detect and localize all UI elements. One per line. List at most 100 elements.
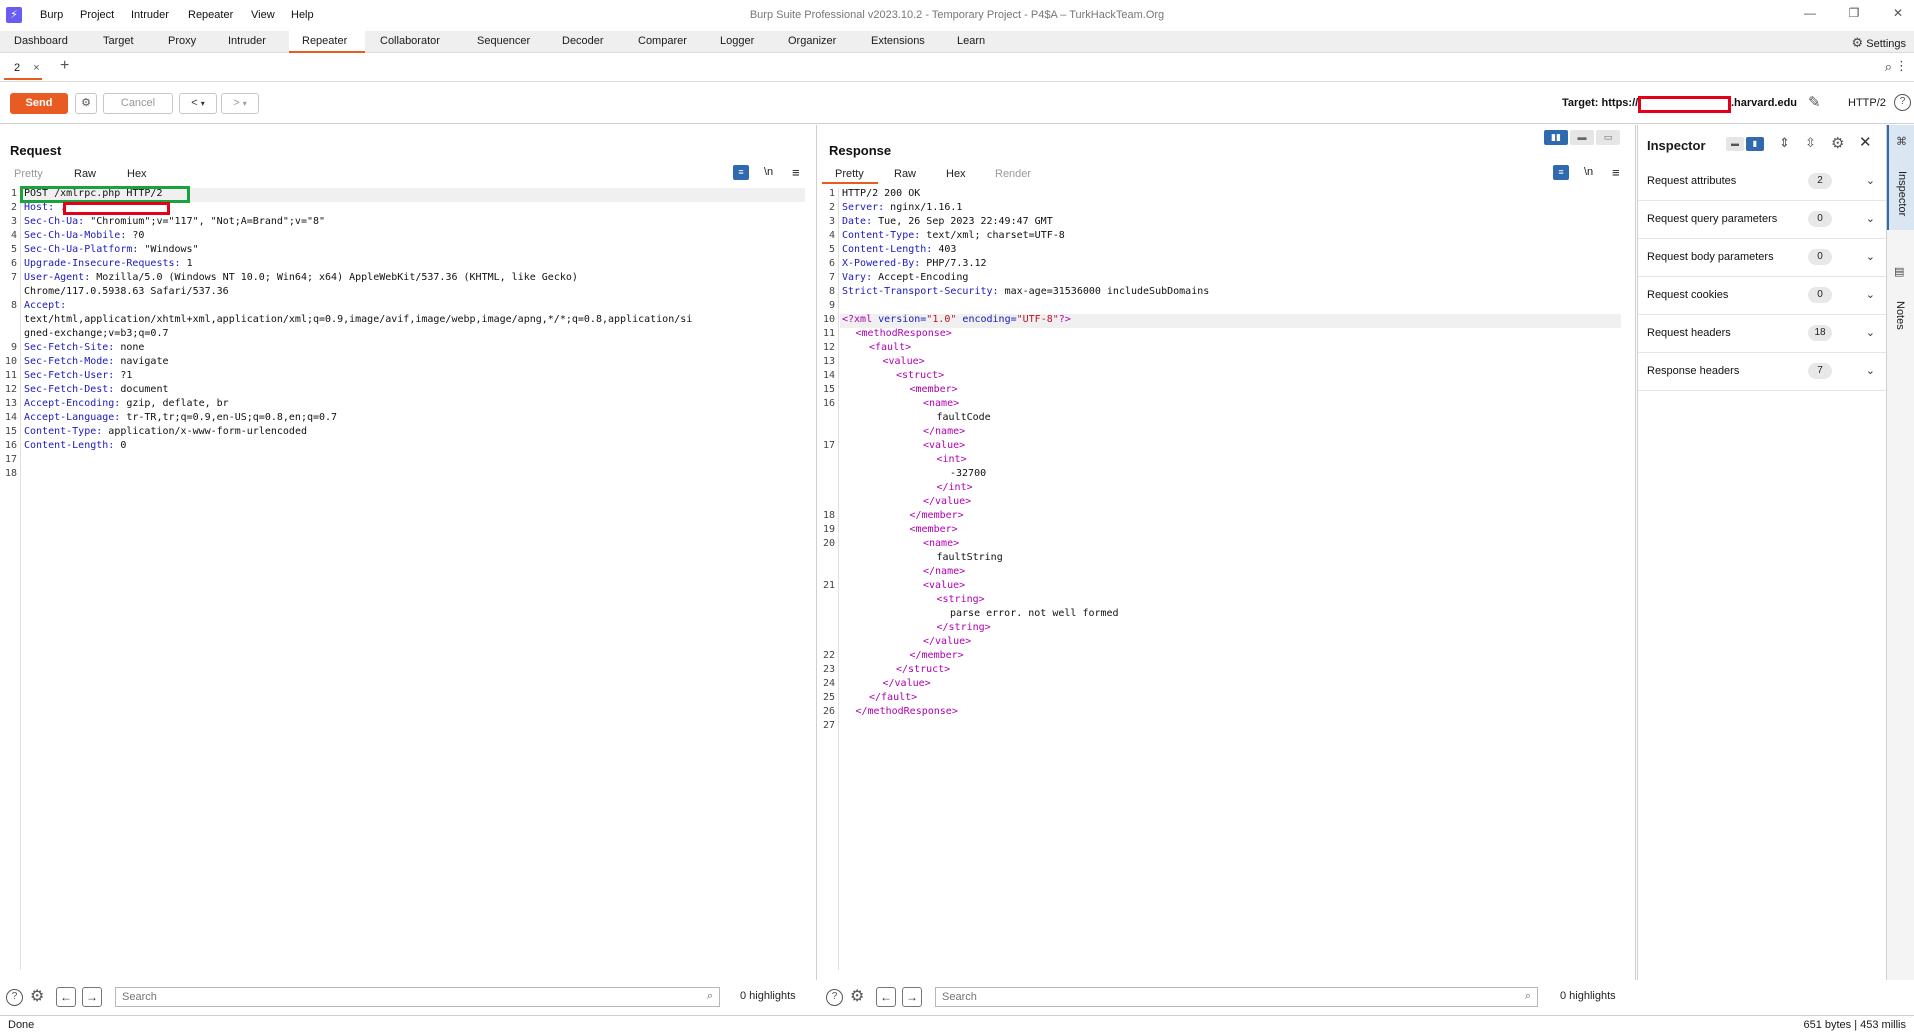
- close-window-button[interactable]: ✕: [1888, 6, 1908, 24]
- help-icon[interactable]: ?: [1894, 94, 1911, 111]
- inspector-section[interactable]: Request cookies 0 ⌄: [1638, 277, 1887, 315]
- tab-intruder[interactable]: Intruder: [228, 35, 266, 47]
- cancel-button[interactable]: Cancel: [103, 93, 173, 114]
- menu-repeater[interactable]: Repeater: [188, 9, 233, 21]
- response-tab-hex[interactable]: Hex: [946, 168, 966, 180]
- inspector-layout-left-icon[interactable]: ▬: [1726, 137, 1744, 151]
- request-line: Sec-Fetch-Mode: navigate: [24, 356, 169, 367]
- inspector-section[interactable]: Request query parameters 0 ⌄: [1638, 201, 1887, 239]
- tab-proxy[interactable]: Proxy: [168, 35, 196, 47]
- layout-tabs-button[interactable]: ▭: [1596, 130, 1620, 145]
- search-settings-gear-icon[interactable]: ⚙: [30, 986, 44, 1006]
- layout-stacked-button[interactable]: ▬: [1570, 130, 1594, 145]
- request-search-box[interactable]: ⌕: [115, 987, 720, 1007]
- request-tab-raw[interactable]: Raw: [74, 168, 96, 180]
- chevron-down-icon[interactable]: ⌄: [1866, 364, 1875, 377]
- chevron-down-icon[interactable]: ⌄: [1866, 326, 1875, 339]
- protocol-label[interactable]: HTTP/2: [1848, 97, 1886, 109]
- expand-all-icon[interactable]: ⇕: [1779, 135, 1790, 151]
- request-pane: Request Pretty Raw Hex ≡ \n ≡ 1 POST /xml…: [0, 125, 817, 1007]
- settings-button[interactable]: ⚙ Settings: [1852, 35, 1906, 51]
- wrap-lines-icon[interactable]: ≡: [733, 165, 749, 180]
- search-settings-gear-icon[interactable]: ⚙: [850, 986, 864, 1006]
- wrap-lines-icon[interactable]: ≡: [1553, 165, 1569, 180]
- request-tab-pretty[interactable]: Pretty: [14, 168, 43, 180]
- line-number: 11: [822, 328, 835, 339]
- edit-target-pencil-icon[interactable]: ✎: [1808, 93, 1821, 111]
- help-icon[interactable]: ?: [826, 989, 843, 1006]
- side-tab-notes[interactable]: ▤ Notes: [1887, 265, 1914, 345]
- inspector-section[interactable]: Request headers 18 ⌄: [1638, 315, 1887, 353]
- close-tab-icon[interactable]: ×: [33, 62, 39, 74]
- inspector-section[interactable]: Request attributes 2 ⌄: [1638, 163, 1887, 201]
- forward-button[interactable]: > ▾: [221, 93, 259, 114]
- response-menu-icon[interactable]: ≡: [1612, 165, 1620, 180]
- xml-tag: </name>: [923, 566, 966, 577]
- response-editor[interactable]: 1 HTTP/2 200 OK 2 Server: nginx/1.16.1 3 Date…: [818, 188, 1635, 970]
- line-number: 8: [828, 286, 835, 297]
- previous-match-button[interactable]: ←: [876, 987, 896, 1007]
- request-line: Content-Length: 0: [24, 440, 126, 451]
- chevron-down-icon[interactable]: ⌄: [1866, 212, 1875, 225]
- inspector-section[interactable]: Response headers 7 ⌄: [1638, 353, 1887, 391]
- response-tab-raw[interactable]: Raw: [894, 168, 916, 180]
- repeater-tab-2[interactable]: 2 ×: [4, 58, 42, 80]
- tab-extensions[interactable]: Extensions: [871, 35, 925, 47]
- next-match-button[interactable]: →: [902, 987, 922, 1007]
- request-editor[interactable]: 1POST /xmlrpc.php HTTP/22Host: .harvard.…: [0, 188, 816, 970]
- send-options-gear-icon[interactable]: ⚙: [75, 93, 97, 114]
- request-search-input[interactable]: [116, 988, 659, 1006]
- menu-view[interactable]: View: [251, 9, 275, 21]
- tab-comparer[interactable]: Comparer: [638, 35, 687, 47]
- line-number: 25: [822, 692, 835, 703]
- minimize-button[interactable]: —: [1800, 6, 1820, 24]
- response-search-input[interactable]: [936, 988, 1477, 1006]
- tab-learn[interactable]: Learn: [957, 35, 985, 47]
- collapse-all-icon[interactable]: ⇳: [1805, 135, 1816, 151]
- main-tab-bar: Dashboard Target Proxy Intruder Repeater…: [0, 31, 1914, 53]
- line-number: 19: [822, 524, 835, 535]
- layout-side-by-side-button[interactable]: ▮▮: [1544, 130, 1568, 145]
- response-search-box[interactable]: ⌕: [935, 987, 1538, 1007]
- show-newlines-toggle[interactable]: \n: [764, 166, 773, 178]
- repeater-tab-label: 2: [14, 62, 21, 74]
- show-newlines-toggle[interactable]: \n: [1584, 166, 1593, 178]
- menu-burp[interactable]: Burp: [40, 9, 63, 21]
- inspector-layout-right-icon[interactable]: ▮: [1746, 137, 1764, 151]
- line-text: "Chromium";v="117", "Not;A=Brand";v="8": [84, 216, 326, 227]
- search-icon[interactable]: ⌕: [1885, 59, 1892, 75]
- side-tab-inspector[interactable]: ⌘ Inspector: [1887, 125, 1914, 230]
- chevron-down-icon[interactable]: ⌄: [1866, 174, 1875, 187]
- next-match-button[interactable]: →: [82, 987, 102, 1007]
- request-tab-hex[interactable]: Hex: [127, 168, 147, 180]
- back-button[interactable]: < ▾: [179, 93, 217, 114]
- tab-decoder[interactable]: Decoder: [562, 35, 604, 47]
- previous-match-button[interactable]: ←: [56, 987, 76, 1007]
- tab-target[interactable]: Target: [103, 35, 134, 47]
- response-tab-render[interactable]: Render: [995, 168, 1031, 180]
- request-line: gned-exchange;v=b3;q=0.7: [24, 328, 169, 339]
- tab-organizer[interactable]: Organizer: [788, 35, 836, 47]
- tab-collaborator[interactable]: Collaborator: [380, 35, 440, 47]
- inspector-settings-gear-icon[interactable]: ⚙: [1831, 134, 1844, 152]
- chevron-down-icon[interactable]: ⌄: [1866, 288, 1875, 301]
- tab-logger[interactable]: Logger: [720, 35, 754, 47]
- menu-help[interactable]: Help: [291, 9, 314, 21]
- chevron-down-icon[interactable]: ⌄: [1866, 250, 1875, 263]
- tab-dashboard[interactable]: Dashboard: [14, 35, 68, 47]
- request-menu-icon[interactable]: ≡: [792, 165, 800, 180]
- menu-project[interactable]: Project: [80, 9, 114, 21]
- response-tab-pretty[interactable]: Pretty: [835, 168, 864, 180]
- restore-button[interactable]: ❐: [1844, 6, 1864, 24]
- menu-intruder[interactable]: Intruder: [131, 9, 169, 21]
- tab-repeater[interactable]: Repeater: [302, 35, 347, 47]
- more-options-icon[interactable]: ⋮: [1895, 58, 1908, 74]
- inspector-section[interactable]: Request body parameters 0 ⌄: [1638, 239, 1887, 277]
- send-button[interactable]: Send: [10, 93, 68, 114]
- repeater-toolbar: Send ⚙ Cancel < ▾ > ▾ Target: https:// .…: [0, 82, 1914, 124]
- xml-declaration-part: ?>: [1058, 314, 1071, 325]
- help-icon[interactable]: ?: [6, 989, 23, 1006]
- close-inspector-icon[interactable]: ✕: [1859, 133, 1872, 151]
- tab-sequencer[interactable]: Sequencer: [477, 35, 530, 47]
- add-tab-icon[interactable]: +: [60, 57, 69, 75]
